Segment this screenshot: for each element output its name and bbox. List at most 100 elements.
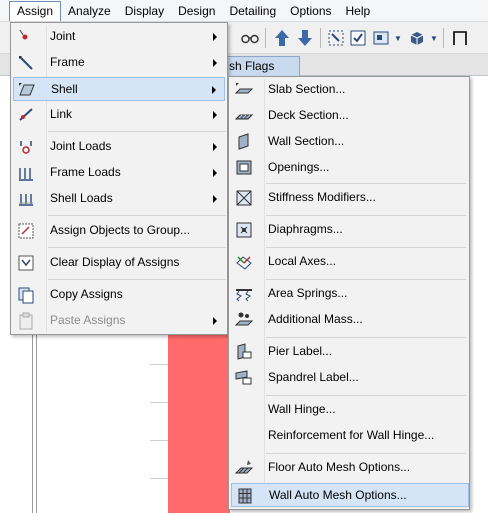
menu-item-paste-assigns[interactable]: Paste Assigns — [13, 309, 225, 333]
tab-mesh-flags[interactable]: sh Flags — [222, 56, 300, 76]
menu-item-wall-auto-mesh-options[interactable]: Wall Auto Mesh Options... — [231, 483, 469, 507]
menu-item-shell[interactable]: Shell — [13, 77, 225, 101]
menu-item-floor-auto-mesh-options[interactable]: Floor Auto Mesh Options... — [231, 456, 467, 480]
select-objects-icon[interactable] — [326, 28, 346, 48]
clear-display-icon — [17, 254, 35, 272]
floor-mesh-icon — [234, 459, 254, 477]
copy-icon — [17, 286, 35, 304]
menu-item-link[interactable]: Link — [13, 103, 225, 127]
menu-item-label: Copy Assigns — [50, 287, 123, 301]
menu-item-copy-assigns[interactable]: Copy Assigns — [13, 283, 225, 307]
menu-item-label: Additional Mass... — [268, 312, 363, 326]
menu-item-label: Reinforcement for Wall Hinge... — [268, 428, 435, 442]
menu-item-label: Local Axes... — [268, 254, 337, 268]
menu-bar: Assign Analyze Display Design Detailing … — [0, 0, 488, 22]
menu-analyze[interactable]: Analyze — [61, 1, 118, 21]
area-springs-icon — [235, 285, 253, 303]
dropdown-arrow-icon[interactable]: ▼ — [393, 28, 403, 48]
arrow-down-icon[interactable] — [295, 28, 315, 48]
glasses-icon[interactable] — [240, 28, 260, 48]
group-icon — [17, 222, 35, 240]
menu-item-reinforcement-for-wall-hinge[interactable]: Reinforcement for Wall Hinge... — [231, 424, 467, 448]
menu-item-spandrel-label[interactable]: Spandrel Label... — [231, 366, 467, 390]
menu-separator — [266, 453, 466, 454]
submenu-arrow-icon — [213, 317, 217, 325]
cube-icon[interactable] — [407, 28, 427, 48]
menu-item-pier-label[interactable]: Pier Label... — [231, 340, 467, 364]
deck-section-icon — [234, 107, 254, 125]
submenu-arrow-icon — [213, 169, 217, 177]
menu-item-label: Paste Assigns — [50, 313, 126, 327]
view-icon[interactable] — [371, 28, 391, 48]
submenu-arrow-icon — [213, 33, 217, 41]
menu-design[interactable]: Design — [171, 1, 222, 21]
menu-item-label: Link — [50, 107, 73, 121]
menu-item-deck-section[interactable]: Deck Section... — [231, 104, 467, 128]
menu-item-joint-loads[interactable]: Joint Loads — [13, 135, 225, 159]
menu-item-clear-display-of-assigns[interactable]: Clear Display of Assigns — [13, 251, 225, 275]
menu-item-label: Spandrel Label... — [268, 370, 359, 384]
menu-item-diaphragms[interactable]: Diaphragms... — [231, 218, 467, 242]
menu-item-label: Stiffness Modifiers... — [268, 190, 376, 204]
menu-item-frame[interactable]: Frame — [13, 51, 225, 75]
menu-item-label: Floor Auto Mesh Options... — [268, 460, 411, 474]
dropdown-arrow-icon[interactable]: ▼ — [429, 28, 439, 48]
menu-item-label: Openings... — [268, 160, 330, 174]
menu-item-label: Wall Auto Mesh Options... — [269, 488, 407, 502]
menu-item-joint[interactable]: Joint — [13, 25, 225, 49]
menu-item-slab-section[interactable]: Slab Section... — [231, 78, 467, 102]
menu-item-label: Slab Section... — [268, 82, 346, 96]
menu-item-label: Diaphragms... — [268, 222, 343, 236]
toolbar-separator — [443, 28, 444, 48]
menu-separator — [48, 279, 226, 280]
menu-item-label: Shell — [51, 82, 78, 96]
menu-item-wall-hinge[interactable]: Wall Hinge... — [231, 398, 467, 422]
arrow-up-icon[interactable] — [272, 28, 292, 48]
paste-icon — [17, 312, 35, 330]
menu-item-openings[interactable]: Openings... — [231, 156, 467, 180]
menu-item-label: Deck Section... — [268, 108, 349, 122]
additional-mass-icon — [234, 311, 254, 329]
menu-separator — [266, 183, 466, 184]
menu-options[interactable]: Options — [283, 1, 338, 21]
menu-item-wall-section[interactable]: Wall Section... — [231, 130, 467, 154]
application-window: Assign Analyze Display Design Detailing … — [0, 0, 488, 513]
wall-shell-element[interactable] — [168, 326, 230, 513]
menu-item-label: Frame Loads — [50, 165, 121, 179]
menu-item-assign-objects-to-group[interactable]: Assign Objects to Group... — [13, 219, 225, 243]
link-icon — [17, 106, 35, 124]
menu-separator — [48, 247, 226, 248]
submenu-arrow-icon — [212, 86, 216, 94]
assign-menu: Joint Frame Shell Link Joint Loads Frame… — [10, 22, 228, 335]
menu-item-label: Shell Loads — [50, 191, 113, 205]
menu-separator — [266, 395, 466, 396]
menu-item-additional-mass[interactable]: Additional Mass... — [231, 308, 467, 332]
submenu-arrow-icon — [213, 111, 217, 119]
frame-draw-icon[interactable] — [450, 28, 470, 48]
submenu-arrow-icon — [213, 143, 217, 151]
menu-item-label: Joint — [50, 29, 76, 43]
menu-item-frame-loads[interactable]: Frame Loads — [13, 161, 225, 185]
menu-separator — [48, 131, 226, 132]
menu-item-local-axes[interactable]: Local Axes... — [231, 250, 467, 274]
menu-item-label: Clear Display of Assigns — [50, 255, 180, 269]
menu-display[interactable]: Display — [118, 1, 171, 21]
shell-loads-icon — [17, 190, 35, 208]
wall-section-icon — [235, 133, 253, 151]
menu-detailing[interactable]: Detailing — [222, 1, 283, 21]
menu-item-shell-loads[interactable]: Shell Loads — [13, 187, 225, 211]
menu-separator — [266, 215, 466, 216]
pier-label-icon — [235, 343, 253, 361]
toolbar-separator — [320, 28, 321, 48]
diaphragms-icon — [235, 221, 253, 239]
frame-loads-icon — [17, 164, 35, 182]
menu-item-area-springs[interactable]: Area Springs... — [231, 282, 467, 306]
menu-item-label: Wall Hinge... — [268, 402, 336, 416]
menu-assign[interactable]: Assign — [9, 0, 62, 21]
menu-separator — [266, 337, 466, 338]
joint-icon — [17, 28, 35, 46]
menu-item-stiffness-modifiers[interactable]: Stiffness Modifiers... — [231, 186, 467, 210]
stiffness-modifiers-icon — [235, 189, 253, 207]
checkbox-icon[interactable] — [348, 28, 368, 48]
menu-help[interactable]: Help — [339, 1, 378, 21]
